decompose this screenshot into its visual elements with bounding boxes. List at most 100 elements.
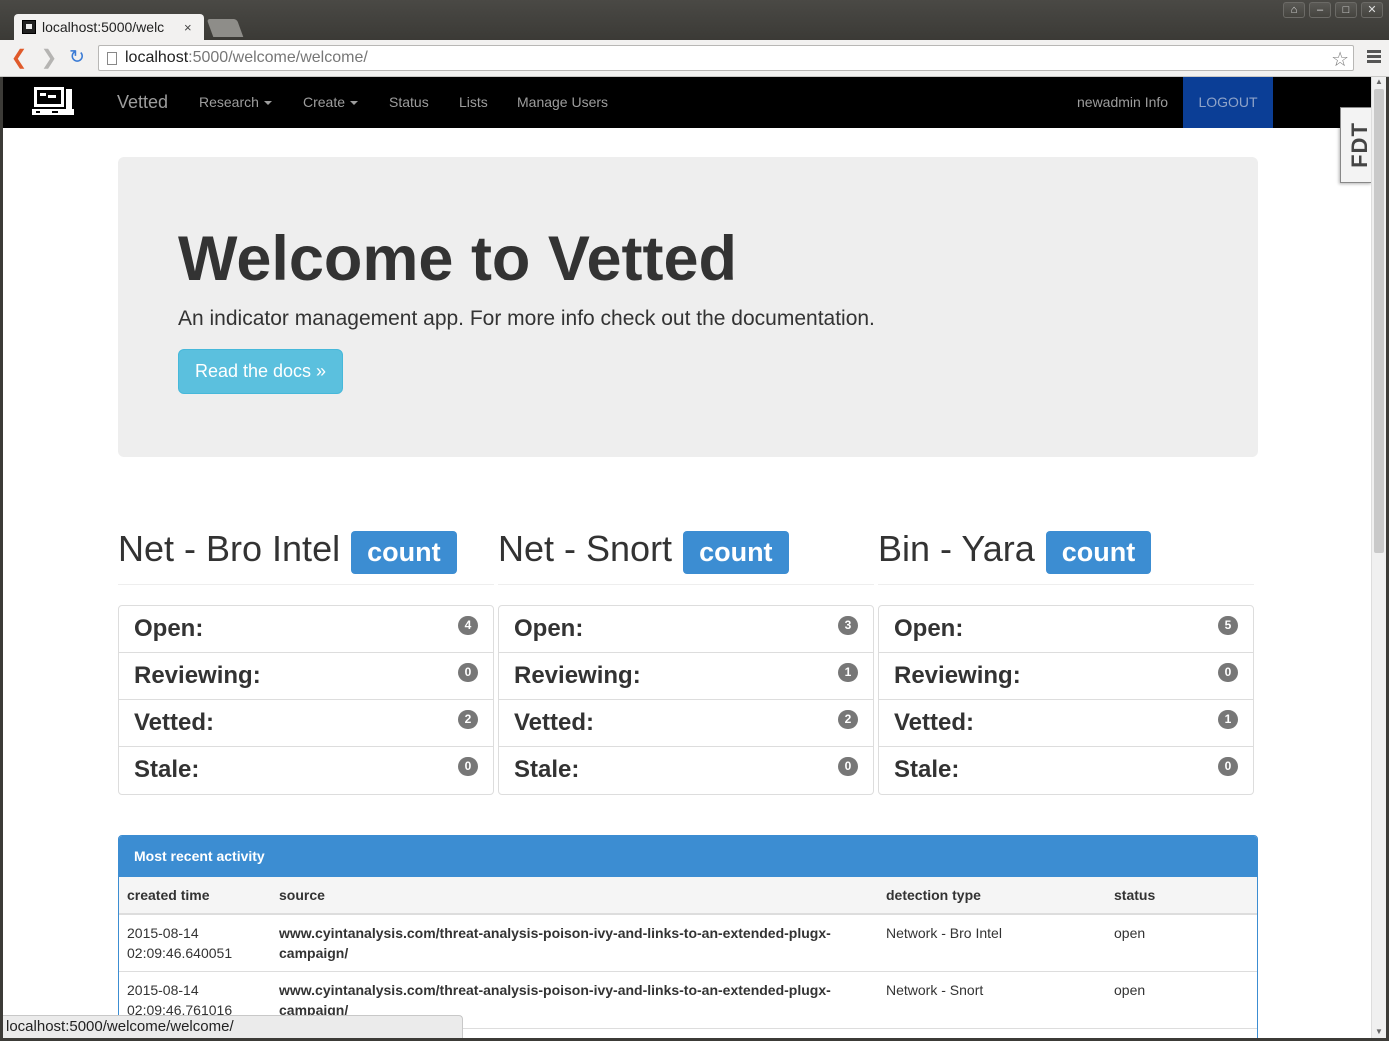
- caret-down-icon: [263, 101, 272, 106]
- stat-header: Net - Bro Intel count: [118, 523, 494, 585]
- stat-item-reviewing: Reviewing: 0: [119, 653, 493, 700]
- back-arrow-icon[interactable]: ❮: [9, 48, 29, 68]
- stat-label: Reviewing:: [514, 662, 641, 689]
- welcome-jumbotron: Welcome to Vetted An indicator managemen…: [118, 157, 1258, 457]
- stat-count-badge: 3: [838, 616, 858, 635]
- status-cell: open: [1106, 914, 1257, 972]
- stat-list: Open: 4 Reviewing: 0 Vetted: 2 Stale: 0: [118, 605, 494, 795]
- address-bar[interactable]: localhost:5000/welcome/welcome/ ☆: [98, 45, 1354, 71]
- stat-count-badge: 0: [458, 663, 478, 682]
- stat-label: Vetted:: [894, 709, 975, 736]
- stat-item-vetted: Vetted: 2: [119, 700, 493, 747]
- stat-item-stale: Stale: 0: [499, 747, 873, 794]
- logout-button[interactable]: LOGOUT: [1183, 77, 1273, 128]
- forward-arrow-icon[interactable]: ❯: [39, 48, 59, 68]
- detection-type-cell: Network - Bro Intel: [878, 914, 1106, 972]
- nav-create-dropdown[interactable]: Create: [303, 77, 359, 128]
- nav-research-label: Research: [199, 94, 259, 110]
- url-host: localhost: [125, 49, 189, 66]
- stat-item-stale: Stale: 0: [119, 747, 493, 794]
- close-window-button[interactable]: ✕: [1361, 2, 1383, 18]
- stat-item-vetted: Vetted: 1: [879, 700, 1253, 747]
- window-user-icon[interactable]: ⌂: [1283, 2, 1305, 18]
- nav-manage-users-link[interactable]: Manage Users: [517, 77, 608, 128]
- page-viewport: Vetted Research Create Status Lists Mana…: [3, 77, 1371, 1038]
- caret-down-icon: [350, 101, 359, 106]
- reload-icon[interactable]: ↻: [67, 48, 87, 68]
- table-row[interactable]: 2015-08-14 02:09:46.640051 www.cyintanal…: [119, 914, 1257, 972]
- browser-tab[interactable]: localhost:5000/welc ×: [14, 14, 204, 40]
- favicon-icon: [22, 20, 36, 34]
- url-path: :5000/welcome/welcome/: [188, 49, 368, 66]
- count-badge: count: [683, 531, 789, 574]
- stat-label: Open:: [894, 615, 964, 642]
- stat-item-open: Open: 3: [499, 606, 873, 653]
- vertical-scrollbar[interactable]: ▲ ▼: [1371, 77, 1386, 1038]
- page-icon: [107, 51, 117, 65]
- intro-text: An indicator management app. For more in…: [178, 307, 875, 330]
- stat-list: Open: 3 Reviewing: 1 Vetted: 2 Stale: 0: [498, 605, 874, 795]
- stat-label: Open:: [134, 615, 204, 642]
- stats-bro-intel: Net - Bro Intel count Open: 4 Reviewing: 0…: [118, 523, 494, 795]
- tab-title: localhost:5000/welc: [42, 19, 165, 35]
- table-header-row: created time source detection type statu…: [119, 877, 1257, 915]
- read-docs-button[interactable]: Read the docs »: [178, 349, 343, 394]
- stat-label: Stale:: [894, 756, 960, 783]
- maximize-button[interactable]: □: [1335, 2, 1357, 18]
- scroll-down-icon[interactable]: ▼: [1375, 1027, 1383, 1036]
- window-controls: ⌂ – □ ✕: [1283, 2, 1383, 18]
- stat-count-badge: 4: [458, 616, 478, 635]
- nav-lists-link[interactable]: Lists: [459, 77, 488, 128]
- stat-label: Vetted:: [134, 709, 215, 736]
- stat-count-badge: 0: [1218, 663, 1238, 682]
- stat-item-reviewing: Reviewing: 0: [879, 653, 1253, 700]
- stat-label: Vetted:: [514, 709, 595, 736]
- stat-count-badge: 0: [458, 757, 478, 776]
- stat-label: Reviewing:: [134, 662, 261, 689]
- source-cell[interactable]: www.cyintanalysis.com/threat-analysis-po…: [271, 914, 878, 972]
- stat-item-stale: Stale: 0: [879, 747, 1253, 794]
- scroll-up-icon[interactable]: ▲: [1375, 77, 1383, 86]
- stat-count-badge: 5: [1218, 616, 1238, 635]
- scrollbar-thumb[interactable]: [1374, 89, 1384, 553]
- stat-item-open: Open: 5: [879, 606, 1253, 653]
- stat-label: Open:: [514, 615, 584, 642]
- status-cell: open: [1106, 971, 1257, 1029]
- stat-title: Net - Snort: [498, 527, 673, 569]
- column-header[interactable]: source: [271, 877, 878, 915]
- stat-list: Open: 5 Reviewing: 0 Vetted: 1 Stale: 0: [878, 605, 1254, 795]
- stats-yara: Bin - Yara count Open: 5 Reviewing: 0 Vett…: [878, 523, 1254, 795]
- stat-count-badge: 0: [838, 757, 858, 776]
- nav-research-dropdown[interactable]: Research: [199, 77, 272, 128]
- tab-close-icon[interactable]: ×: [184, 20, 192, 35]
- bookmark-star-icon[interactable]: ☆: [1331, 47, 1349, 72]
- new-tab-button[interactable]: [206, 19, 244, 37]
- stat-item-reviewing: Reviewing: 1: [499, 653, 873, 700]
- stat-count-badge: 1: [838, 663, 858, 682]
- count-badge: count: [351, 531, 457, 574]
- stat-label: Stale:: [514, 756, 580, 783]
- panel-heading: Most recent activity: [119, 836, 1257, 877]
- user-info-link[interactable]: newadmin Info: [1077, 77, 1168, 128]
- status-bubble: localhost:5000/welcome/welcome/: [3, 1015, 463, 1038]
- detection-type-cell: Network - Snort: [878, 971, 1106, 1029]
- page-title: Welcome to Vetted: [178, 224, 737, 294]
- stat-count-badge: 2: [838, 710, 858, 729]
- column-header[interactable]: created time: [119, 877, 271, 915]
- count-badge: count: [1045, 531, 1152, 574]
- nav-status-link[interactable]: Status: [389, 77, 429, 128]
- minimize-button[interactable]: –: [1309, 2, 1331, 18]
- column-header[interactable]: detection type: [878, 877, 1106, 915]
- stat-label: Reviewing:: [894, 662, 1021, 689]
- logo-icon[interactable]: [30, 83, 76, 119]
- fdt-toolbar-tab[interactable]: FDT: [1340, 107, 1371, 183]
- stats-snort: Net - Snort count Open: 3 Reviewing: 1 Vet…: [498, 523, 874, 795]
- stat-title: Net - Bro Intel: [118, 527, 341, 569]
- browser-menu-icon[interactable]: [1367, 50, 1381, 65]
- brand-link[interactable]: Vetted: [117, 77, 168, 128]
- stat-header: Bin - Yara count: [878, 523, 1254, 585]
- stat-item-vetted: Vetted: 2: [499, 700, 873, 747]
- stat-title: Bin - Yara: [878, 527, 1035, 569]
- column-header[interactable]: status: [1106, 877, 1257, 915]
- nav-create-label: Create: [303, 94, 346, 110]
